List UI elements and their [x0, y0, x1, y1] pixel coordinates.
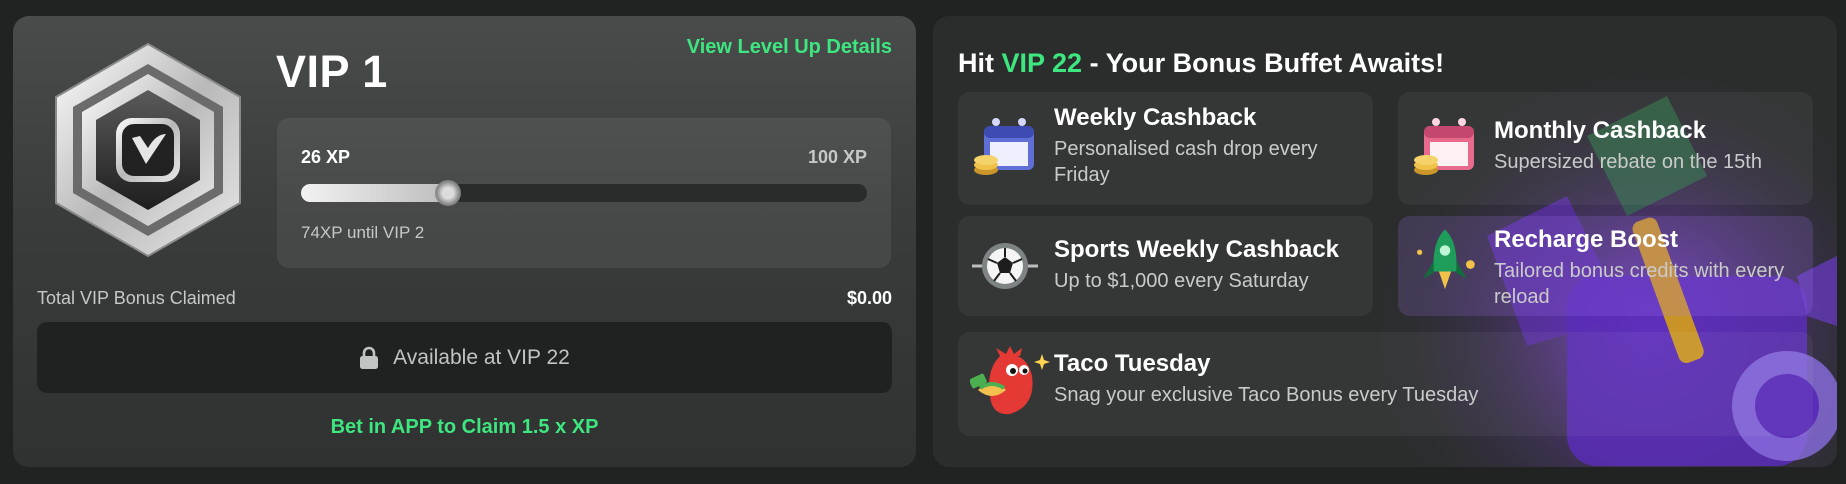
perk-monthly-cashback: Monthly Cashback Supersized rebate on th…	[1398, 92, 1813, 205]
perk-title: Weekly Cashback	[1054, 104, 1257, 131]
bet-in-app-text: Bet in APP to Claim 1.5 x XP	[330, 416, 599, 438]
perk-taco-tuesday: Taco Tuesday Snag your exclusive Taco Bo…	[958, 332, 1813, 436]
xp-current: 26 XP	[301, 147, 351, 167]
xp-remaining-text: 74XP until VIP 2	[301, 223, 425, 242]
vip-status-card: VIP 1 View Level Up Details 26 XP 100 XP…	[13, 16, 916, 467]
perk-recharge-boost: Recharge Boost Tailored bonus credits wi…	[1398, 216, 1813, 316]
heading-prefix: Hit	[958, 48, 1002, 78]
perk-description: Snag your exclusive Taco Bonus every Tue…	[1054, 384, 1479, 406]
xp-progress-thumb	[435, 180, 462, 206]
perk-description: Supersized rebate on the 15th	[1494, 151, 1762, 173]
xp-progress-panel: 26 XP 100 XP 74XP until VIP 2	[277, 118, 891, 268]
calendar-coins-icon	[1414, 118, 1474, 175]
perk-title: Taco Tuesday	[1054, 350, 1211, 377]
perk-description: Personalised cash drop every Friday	[1054, 138, 1318, 186]
heading-suffix: - Your Bonus Buffet Awaits!	[1082, 48, 1445, 78]
vip-badge-icon	[55, 42, 241, 258]
view-level-up-details-link[interactable]: View Level Up Details	[687, 36, 892, 59]
xp-max: 100 XP	[807, 147, 867, 167]
perk-title: Recharge Boost	[1494, 226, 1679, 253]
heading-highlight: VIP 22	[1001, 48, 1083, 78]
perk-weekly-cashback: Weekly Cashback Personalised cash drop e…	[958, 92, 1373, 205]
perk-title: Monthly Cashback	[1494, 117, 1707, 144]
taco-dragon-icon	[970, 346, 1050, 415]
vip-level-title: VIP 1	[276, 46, 388, 97]
total-bonus-label: Total VIP Bonus Claimed	[37, 288, 236, 308]
soccer-ball-icon	[972, 243, 1038, 289]
xp-progress-bar	[301, 180, 867, 206]
claim-button-label: Available at VIP 22	[393, 345, 570, 369]
claim-bonus-button[interactable]: Available at VIP 22	[37, 322, 892, 393]
lock-icon	[360, 346, 379, 369]
calendar-coins-icon	[974, 118, 1034, 175]
perk-description: Up to $1,000 every Saturday	[1054, 270, 1309, 292]
rocket-icon	[1417, 229, 1475, 289]
perk-sports-weekly-cashback: Sports Weekly Cashback Up to $1,000 ever…	[958, 216, 1373, 316]
xp-progress-fill	[301, 184, 449, 202]
perks-heading: Hit VIP 22 - Your Bonus Buffet Awaits!	[958, 48, 1444, 79]
total-bonus-value: $0.00	[846, 288, 892, 308]
vip-perks-card: Hit VIP 22 - Your Bonus Buffet Awaits! W…	[933, 16, 1837, 467]
perk-description: Tailored bonus credits with every reload	[1494, 260, 1785, 308]
perk-title: Sports Weekly Cashback	[1054, 236, 1340, 263]
